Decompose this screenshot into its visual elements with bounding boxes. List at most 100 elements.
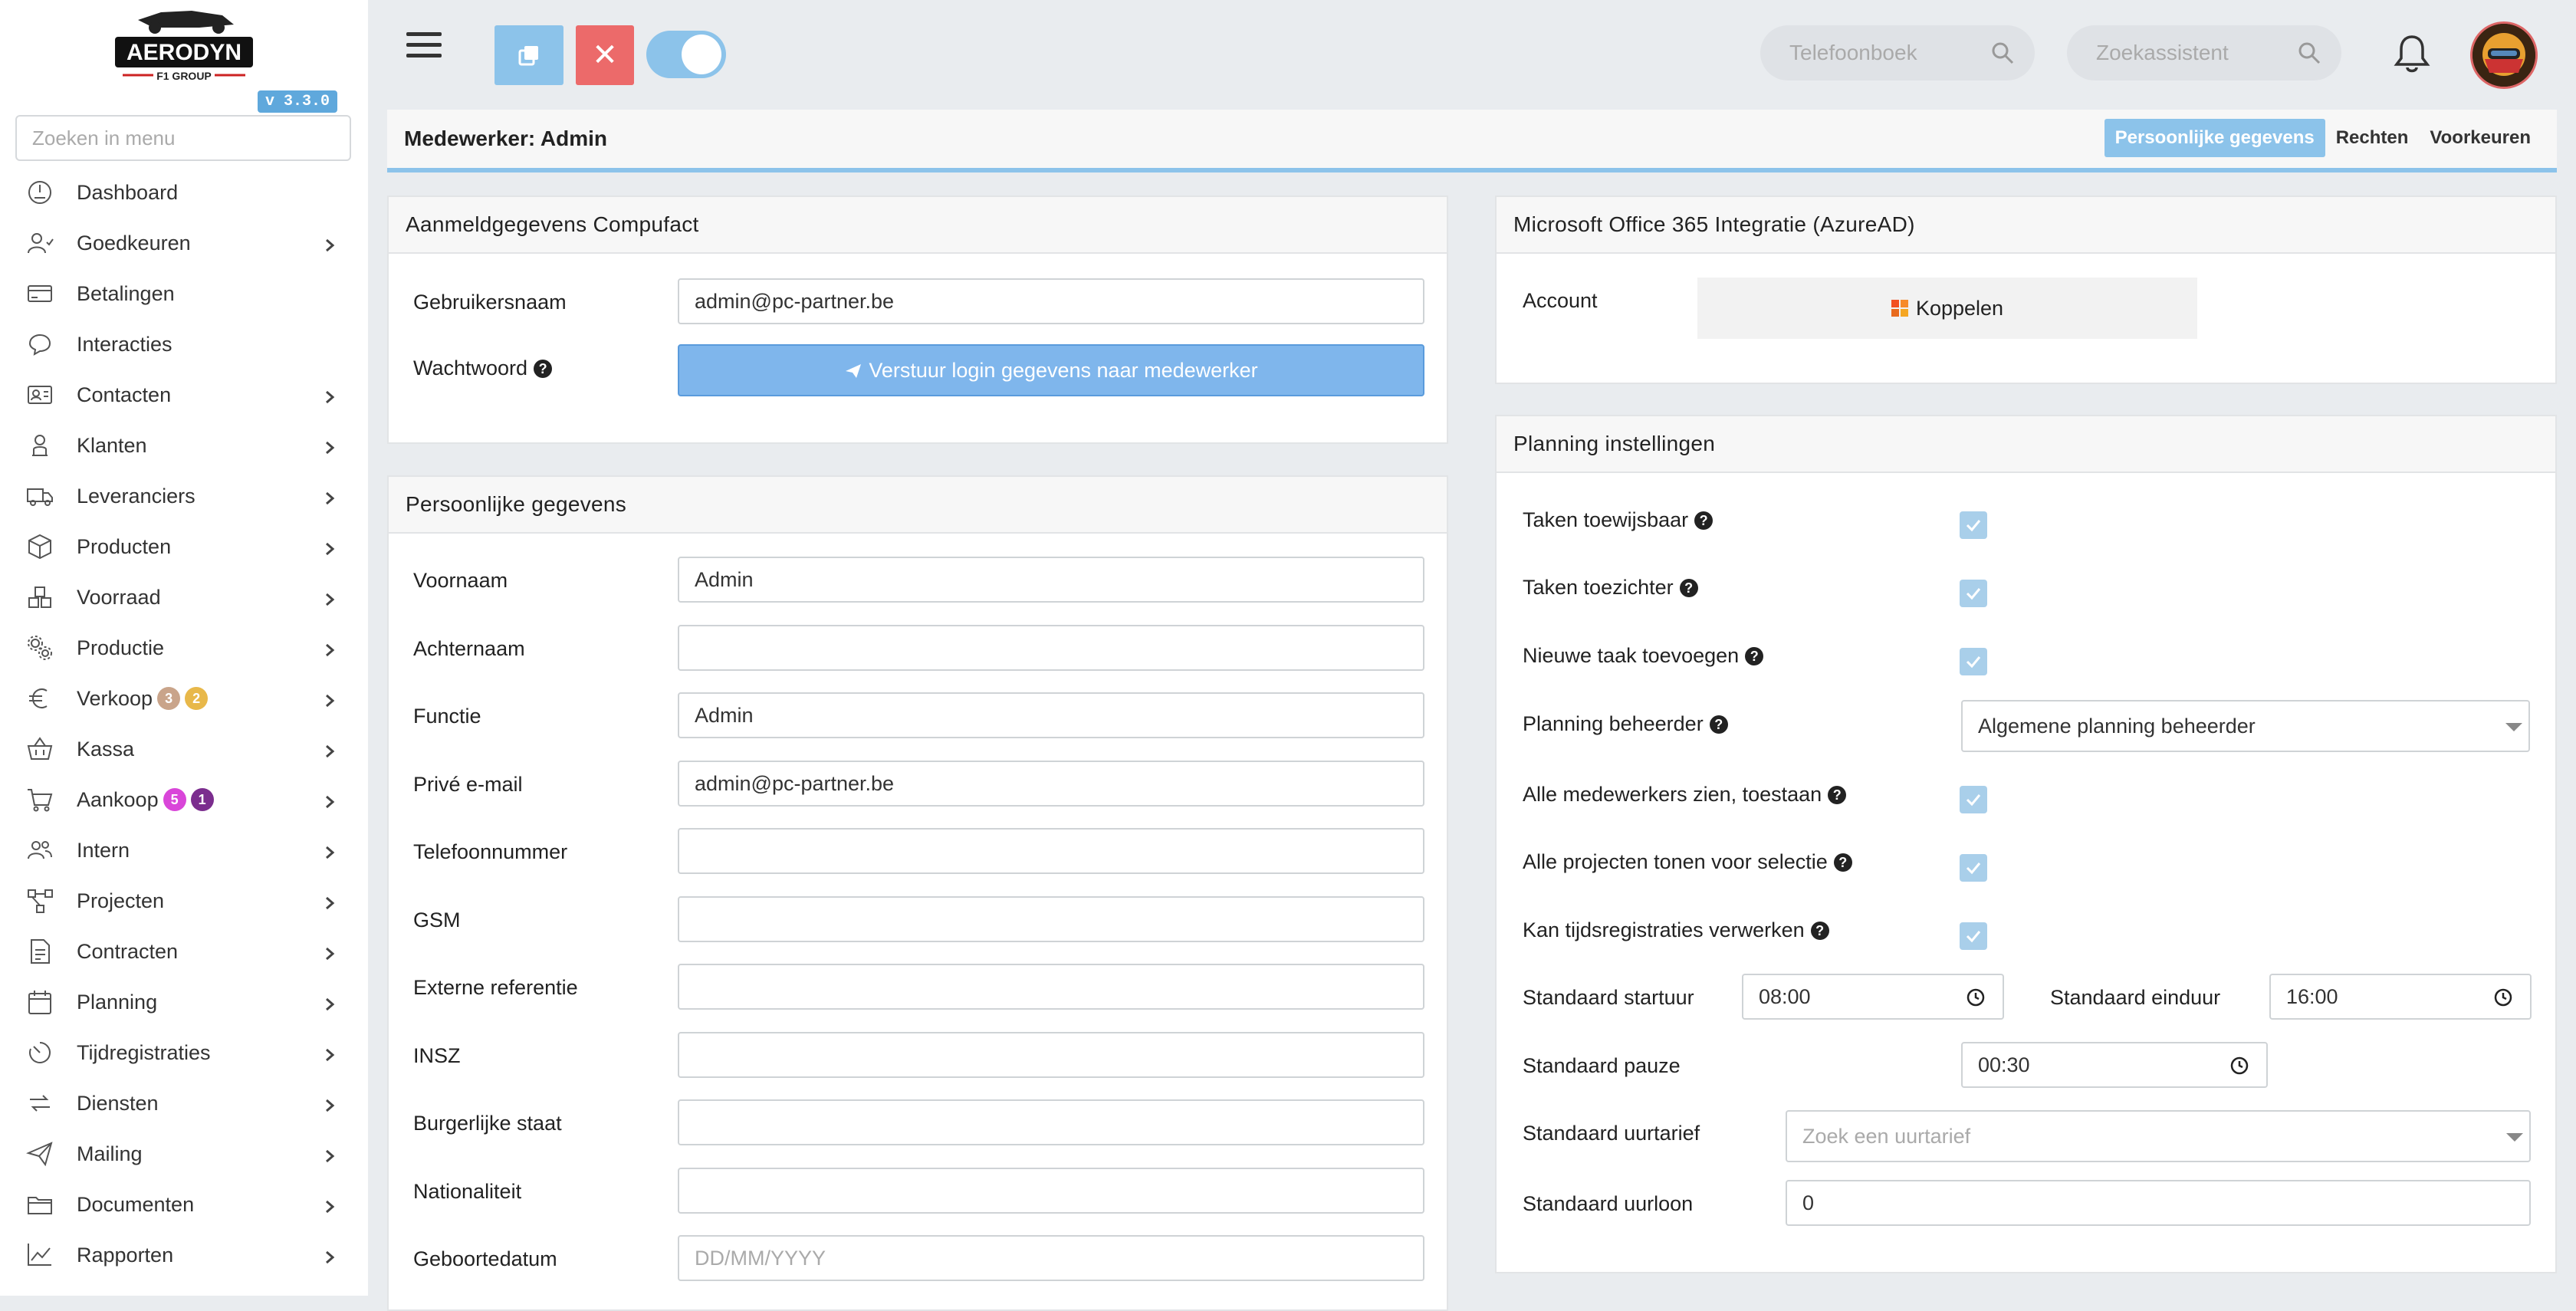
checkbox-tijdsregistraties[interactable]: [1960, 922, 1987, 950]
pause-input[interactable]: 00:30: [1961, 1042, 2268, 1088]
sidebar-item-klanten[interactable]: Klanten: [0, 420, 368, 471]
user-check-icon: [23, 226, 57, 260]
user-avatar[interactable]: [2470, 21, 2538, 89]
planning-manager-select[interactable]: Algemene planning beheerder: [1961, 700, 2530, 752]
field-label: GSM: [413, 908, 461, 932]
header-tabs: Persoonlijke gegevens Rechten Voorkeuren: [2104, 119, 2542, 157]
chevron-right-icon: [322, 1247, 337, 1264]
tab-rechten[interactable]: Rechten: [2325, 119, 2420, 157]
sidebar-item-leveranciers[interactable]: Leveranciers: [0, 471, 368, 521]
sidebar-item-aankoop[interactable]: Aankoop 5 1: [0, 774, 368, 825]
hourly-wage-input[interactable]: 0: [1786, 1180, 2531, 1226]
paper-plane-icon: [23, 1137, 57, 1171]
checkbox-alle-projecten[interactable]: [1960, 854, 1987, 882]
menu-search-input[interactable]: Zoeken in menu: [15, 115, 351, 161]
users-icon: [23, 833, 57, 867]
help-icon: ?: [1833, 853, 1852, 872]
field-input-geboortedatum[interactable]: DD/MM/YYYY: [678, 1235, 1424, 1281]
hourly-rate-placeholder: Zoek een uurtarief: [1802, 1125, 1971, 1148]
assistant-placeholder: Zoekassistent: [2096, 41, 2229, 64]
field-input-gsm[interactable]: [678, 895, 1424, 942]
checkbox-alle-medewerkers[interactable]: [1960, 786, 1987, 813]
field-input-externe-referentie[interactable]: [678, 964, 1424, 1010]
sidebar-item-label: Klanten: [77, 433, 147, 457]
check-label-alle-projecten: Alle projecten tonen voor selectie?: [1523, 850, 1852, 874]
tab-voorkeuren[interactable]: Voorkeuren: [2419, 119, 2542, 157]
chevron-right-icon: [322, 791, 337, 809]
sidebar-item-contracten[interactable]: Contracten: [0, 926, 368, 977]
sidebar-item-diensten[interactable]: Diensten: [0, 1078, 368, 1129]
start-time-input[interactable]: 08:00: [1742, 974, 2004, 1020]
sidebar-item-label: Projecten: [77, 889, 165, 912]
sidebar-item-productie[interactable]: Productie: [0, 623, 368, 673]
hourly-rate-select[interactable]: Zoek een uurtarief: [1786, 1110, 2531, 1162]
search-icon: [2298, 42, 2321, 64]
sidebar-item-verkoop[interactable]: Verkoop 3 2: [0, 673, 368, 724]
planning-manager-value: Algemene planning beheerder: [1978, 715, 2256, 738]
send-login-button[interactable]: Verstuur login gegevens naar medewerker: [678, 344, 1424, 396]
svg-text:F1 GROUP: F1 GROUP: [156, 70, 212, 82]
username-label: Gebruikersnaam: [413, 291, 567, 314]
sidebar-item-dashboard[interactable]: Dashboard: [0, 167, 368, 218]
field-input-telefoonnummer[interactable]: [678, 828, 1424, 874]
checkbox-taken-toezichter[interactable]: [1960, 580, 1987, 607]
sidebar-item-rapporten[interactable]: Rapporten: [0, 1230, 368, 1280]
close-button[interactable]: ✕: [576, 25, 634, 85]
checkbox-taken-toewijsbaar[interactable]: [1960, 511, 1987, 539]
username-input[interactable]: admin@pc-partner.be: [678, 278, 1424, 324]
help-icon: ?: [1828, 786, 1847, 804]
sidebar-item-producten[interactable]: Producten: [0, 521, 368, 572]
sidebar-item-goedkeuren[interactable]: Goedkeuren: [0, 218, 368, 268]
start-time-value: 08:00: [1759, 985, 1811, 1008]
checkmark-icon: [1966, 520, 1981, 532]
duplicate-button[interactable]: [495, 25, 564, 85]
page-title: Medewerker: Admin: [404, 127, 608, 150]
hamburger-menu-icon[interactable]: [406, 32, 442, 63]
sidebar-item-contacten[interactable]: Contacten: [0, 370, 368, 420]
sidebar-item-tijdregistraties[interactable]: Tijdregistraties: [0, 1027, 368, 1078]
paper-plane-icon: [846, 364, 862, 378]
sidebar-item-projecten[interactable]: Projecten: [0, 876, 368, 926]
checkbox-nieuwe-taak[interactable]: [1960, 648, 1987, 675]
truck-icon: [23, 479, 57, 513]
sidebar-item-planning[interactable]: Planning: [0, 977, 368, 1027]
sidebar-item-betalingen[interactable]: Betalingen: [0, 268, 368, 319]
chevron-right-icon: [322, 488, 337, 505]
field-input-achternaam[interactable]: [678, 624, 1424, 671]
field-input-functie[interactable]: Admin: [678, 692, 1424, 738]
sidebar-item-intern[interactable]: Intern: [0, 825, 368, 876]
sidebar-item-interacties[interactable]: Interacties: [0, 319, 368, 370]
personal-card: Persoonlijke gegevens Voornaam Admin Achte…: [387, 475, 1448, 1311]
field-input-burgerlijke-staat[interactable]: [678, 1099, 1424, 1145]
folder-icon: [23, 1188, 57, 1221]
field-input-priv-e-mail[interactable]: admin@pc-partner.be: [678, 760, 1424, 807]
toggle-switch[interactable]: [646, 31, 726, 78]
boxes-icon: [23, 580, 57, 614]
field-input-insz[interactable]: [678, 1031, 1424, 1078]
check-label-alle-medewerkers: Alle medewerkers zien, toestaan?: [1523, 783, 1847, 807]
check-label-tijdsregistraties: Kan tijdsregistraties verwerken?: [1523, 918, 1829, 942]
customer-icon: [23, 429, 57, 462]
credit-card-icon: [23, 277, 57, 310]
end-time-input[interactable]: 16:00: [2269, 974, 2532, 1020]
check-label-taken-toewijsbaar: Taken toewijsbaar?: [1523, 508, 1714, 532]
sidebar-item-label: Mailing: [77, 1142, 143, 1165]
sidebar-item-voorraad[interactable]: Voorraad: [0, 572, 368, 623]
field-input-voornaam[interactable]: Admin: [678, 557, 1424, 603]
field-input-nationaliteit[interactable]: [678, 1167, 1424, 1214]
help-icon: ?: [534, 360, 553, 378]
phonebook-search-input[interactable]: Telefoonboek: [1760, 25, 2035, 80]
sidebar-item-documenten[interactable]: Documenten: [0, 1179, 368, 1230]
clock-icon: [2230, 1056, 2249, 1075]
count-badge: 5: [163, 788, 186, 811]
sidebar-item-mailing[interactable]: Mailing: [0, 1129, 368, 1179]
tab-persoonlijke-gegevens[interactable]: Persoonlijke gegevens: [2104, 119, 2325, 157]
chart-line-icon: [23, 1238, 57, 1272]
connect-microsoft-button[interactable]: Koppelen: [1697, 278, 2197, 339]
notification-bell-icon[interactable]: [2394, 34, 2430, 74]
password-label: Wachtwoord?: [413, 356, 553, 380]
sidebar-item-label: Planning: [77, 990, 158, 1014]
aerodyn-logo[interactable]: AERODYN F1 GROUP: [107, 3, 261, 86]
assistant-search-input[interactable]: Zoekassistent: [2067, 25, 2341, 80]
sidebar-item-kassa[interactable]: Kassa: [0, 724, 368, 774]
